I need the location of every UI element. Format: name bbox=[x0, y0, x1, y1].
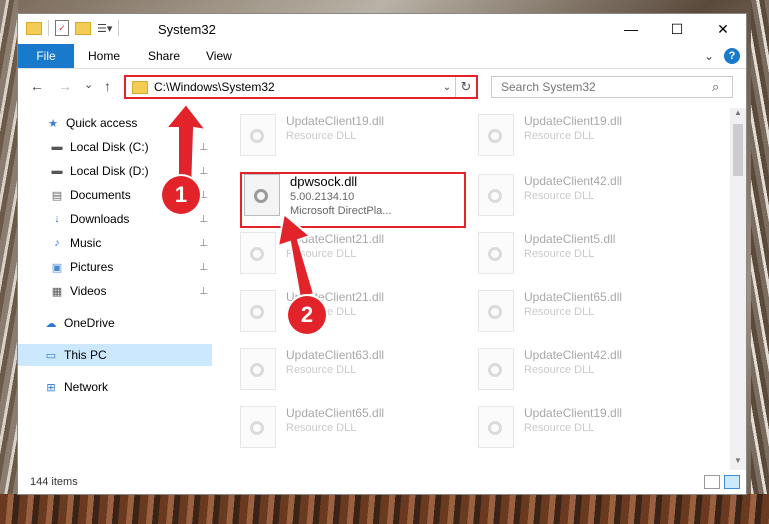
callout-step-2: 2 bbox=[288, 296, 326, 334]
arrow-2 bbox=[276, 212, 316, 300]
callout-step-1: 1 bbox=[162, 176, 200, 214]
annotation-arrows bbox=[163, 102, 316, 300]
